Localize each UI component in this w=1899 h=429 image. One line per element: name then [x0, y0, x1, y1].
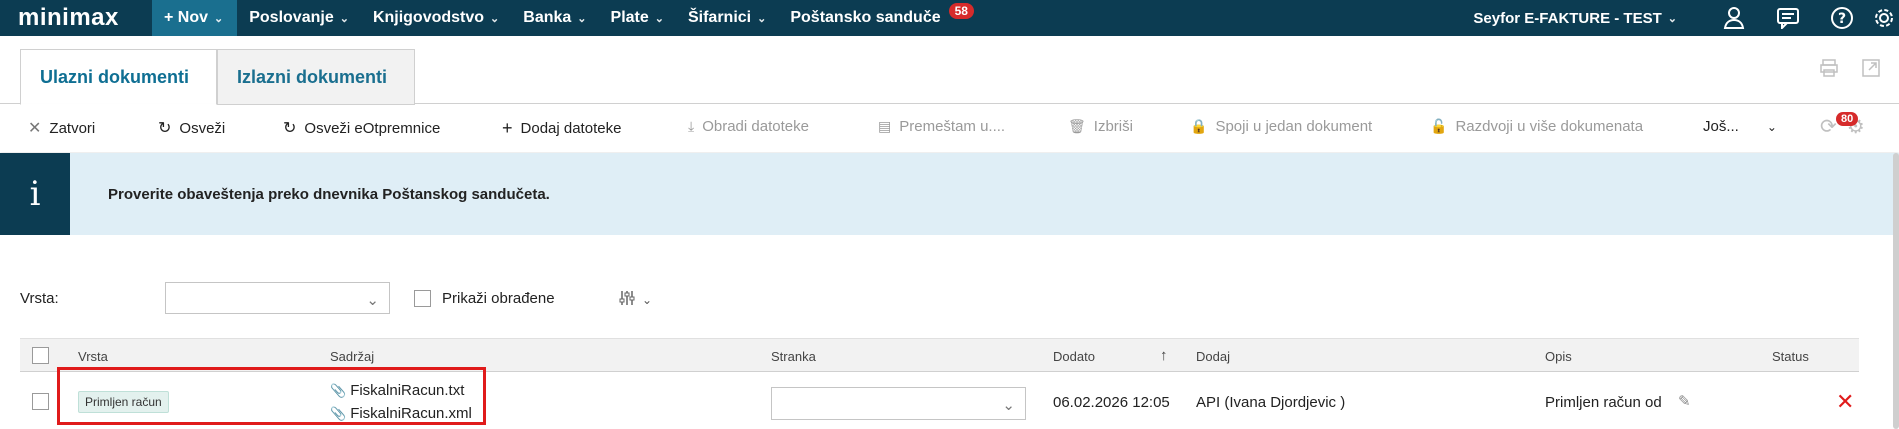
show-processed-label: Prikaži obrađene: [442, 290, 555, 307]
chevron-down-icon: ⌄: [757, 12, 767, 25]
move-button[interactable]: ▤ Premeštam u....: [878, 118, 1005, 135]
merge-button[interactable]: 🔒 Spoji u jedan dokument: [1190, 118, 1372, 135]
unlock-icon: 🔓: [1430, 118, 1448, 134]
settings-icon[interactable]: [1869, 0, 1899, 36]
lock-icon: 🔒: [1190, 118, 1208, 134]
notifications-badge: 80: [1836, 112, 1859, 126]
notifications-button[interactable]: ⟳ 80 ⚙: [1820, 112, 1865, 139]
more-button[interactable]: Još... ⌄: [1703, 118, 1777, 135]
nav-plate[interactable]: Plate ⌄: [599, 0, 676, 36]
info-message: Proverite obaveštenja preko dnevnika Poš…: [108, 185, 550, 203]
column-status[interactable]: Status: [1772, 349, 1809, 364]
column-added-by[interactable]: Dodaj: [1196, 349, 1230, 364]
company-selector[interactable]: Seyfor E-FAKTURE - TEST ⌄: [1473, 10, 1707, 27]
column-type[interactable]: Vrsta: [78, 349, 108, 364]
help-icon[interactable]: ?: [1815, 0, 1869, 36]
column-description[interactable]: Opis: [1545, 349, 1572, 364]
column-added[interactable]: Dodato: [1053, 349, 1095, 364]
chevron-down-icon: ⌄: [1002, 397, 1015, 414]
plus-icon: +: [502, 118, 513, 138]
toolbar: ✕ Zatvori ↻ Osveži ↻ Osveži eOtpremnice …: [0, 104, 1899, 152]
added-by: API (Ivana Djordjevic ): [1196, 394, 1346, 411]
chevron-down-icon: ⌄: [490, 12, 500, 25]
nav-sifarnici[interactable]: Šifarnici ⌄: [676, 0, 778, 36]
document-tabs: Ulazni dokumenti Izlazni dokumenti: [0, 36, 1899, 105]
sort-ascending-icon[interactable]: ↑: [1160, 347, 1168, 364]
user-icon[interactable]: [1707, 0, 1761, 36]
nav-knjigovodstvo[interactable]: Knjigovodstvo ⌄: [361, 0, 511, 36]
tab-incoming-documents[interactable]: Ulazni dokumenti: [20, 49, 217, 105]
show-processed-checkbox[interactable]: [414, 290, 431, 307]
nav-mailbox[interactable]: Poštansko sanduče 58: [778, 0, 986, 36]
chevron-down-icon: ⌄: [366, 292, 379, 309]
logo[interactable]: minimax: [0, 0, 152, 36]
delete-row-icon[interactable]: ✕: [1836, 389, 1854, 415]
sync-icon: ⟳: [1820, 116, 1837, 138]
filter-row: Vrsta: ⌄ Prikaži obrađene ⌄: [0, 282, 1899, 316]
open-external-icon[interactable]: [1861, 58, 1881, 83]
chevron-down-icon: ⌄: [214, 12, 224, 25]
add-files-button[interactable]: + Dodaj datoteke: [502, 118, 621, 139]
party-select[interactable]: ⌄: [771, 387, 1026, 420]
mailbox-badge: 58: [948, 3, 974, 19]
column-settings-button[interactable]: ⌄: [618, 289, 652, 311]
print-icon[interactable]: [1819, 58, 1839, 83]
column-content[interactable]: Sadržaj: [330, 349, 374, 364]
chevron-down-icon: ⌄: [642, 293, 653, 307]
chevron-down-icon: ⌄: [577, 12, 587, 25]
sliders-icon: [618, 289, 636, 311]
close-icon: ✕: [28, 120, 42, 137]
nav-poslovanje[interactable]: Poslovanje ⌄: [237, 0, 361, 36]
description-text: Primljen račun od: [1545, 394, 1662, 411]
info-banner: i Proverite obaveštenja preko dnevnika P…: [0, 153, 1899, 235]
chevron-down-icon: ⌄: [1667, 12, 1677, 25]
chevron-down-icon: ⌄: [1766, 119, 1777, 134]
tab-outgoing-documents[interactable]: Izlazni dokumenti: [217, 49, 415, 105]
row-checkbox[interactable]: [32, 393, 49, 410]
column-party[interactable]: Stranka: [771, 349, 816, 364]
refresh-icon: ↻: [158, 120, 172, 137]
delete-button[interactable]: 🗑 Izbriši: [1068, 118, 1133, 135]
edit-icon[interactable]: ✎: [1678, 392, 1691, 410]
info-icon: i: [0, 153, 70, 235]
chevron-down-icon: ⌄: [339, 12, 349, 25]
process-files-button[interactable]: ⤓ Obradi datoteke: [688, 118, 809, 135]
new-menu-button[interactable]: + Nov ⌄: [152, 0, 238, 36]
top-navigation: minimax + Nov ⌄ Poslovanje ⌄ Knjigovodstv…: [0, 0, 1899, 36]
split-button[interactable]: 🔓 Razdvoji u više dokumenata: [1430, 118, 1643, 135]
highlight-annotation: [57, 367, 486, 425]
svg-text:?: ?: [1838, 11, 1846, 27]
type-filter-select[interactable]: ⌄: [165, 282, 390, 314]
added-date: 06.02.2026 12:05: [1053, 394, 1170, 411]
move-icon: ▤: [878, 118, 892, 134]
type-filter-label: Vrsta:: [20, 290, 59, 307]
messages-icon[interactable]: [1761, 0, 1815, 36]
nav-banka[interactable]: Banka ⌄: [511, 0, 598, 36]
chevron-down-icon: ⌄: [654, 12, 664, 25]
trash-icon: 🗑: [1068, 118, 1086, 134]
download-icon: ⤓: [688, 118, 695, 134]
refresh-button[interactable]: ↻ Osveži: [158, 118, 225, 138]
vertical-scrollbar[interactable]: [1893, 153, 1899, 429]
select-all-checkbox[interactable]: [32, 347, 49, 364]
close-button[interactable]: ✕ Zatvori: [28, 118, 95, 138]
refresh-icon: ↻: [283, 120, 297, 137]
refresh-edelivery-button[interactable]: ↻ Osveži eOtpremnice: [283, 118, 440, 138]
